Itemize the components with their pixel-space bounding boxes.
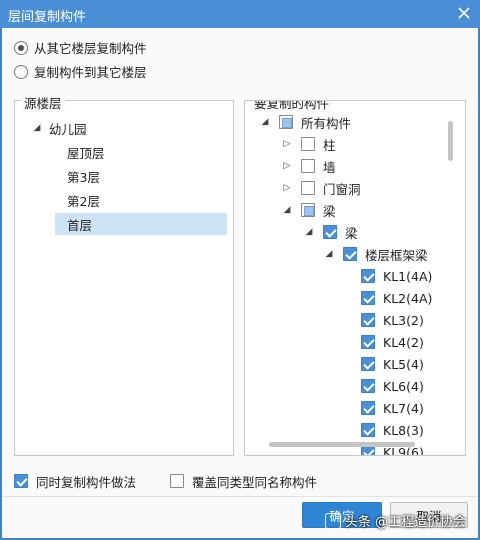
checkbox-overwrite-same[interactable] [170,474,184,488]
tree-root-label: 幼儿园 [49,121,87,137]
radio-copy-from-other[interactable]: 从其它楼层复制构件 [14,38,147,57]
source-floor-panel: 源楼层 ◢ 幼儿园 屋顶层 第3层 第2层 首层 [14,93,234,456]
tree-label: 所有构件 [301,115,352,131]
beam-label: KL8(3) [383,422,424,438]
checkbox-beam-item[interactable] [361,291,375,305]
floor-item-3[interactable]: 第3层 [55,165,227,187]
checkbox-beam-item[interactable] [361,269,375,283]
tree-label: 门窗洞 [323,181,361,197]
beam-item[interactable]: KL2(4A) [361,287,432,309]
tree-label: 梁 [323,203,336,219]
tree-beam-child[interactable]: ◢ 梁 [303,221,358,243]
beam-item[interactable]: KL5(4) [361,353,424,375]
checkbox-beam[interactable] [301,203,315,217]
caret-expanded-icon[interactable]: ◢ [259,116,271,128]
horizontal-scrollbar[interactable] [269,442,415,447]
close-icon[interactable] [456,5,472,21]
caret-expanded-icon[interactable]: ◢ [323,248,335,260]
beam-label: KL2(4A) [383,290,433,306]
radio-label: 从其它楼层复制构件 [34,41,147,56]
vertical-scrollbar[interactable] [448,121,453,161]
tree-floor-frame-beam[interactable]: ◢ 楼层框架梁 [323,243,428,265]
watermark-logo-icon [324,512,341,529]
tree-root-kindergarten[interactable]: ◢ 幼儿园 [31,117,87,139]
checkbox-beam-child[interactable] [323,225,337,239]
caret-expanded-icon[interactable]: ◢ [281,204,293,216]
checkbox-wall[interactable] [301,159,315,173]
components-panel: 要复制的构件 ◢ 所有构件 ▷ 柱 ▷ 墙 ▷ 门窗洞 ◢ 梁 ◢ 梁 ◢ 楼层… [244,100,466,456]
beam-label: KL1(4A) [383,268,433,284]
beam-label: KL5(4) [383,356,424,372]
checkbox-door-window[interactable] [301,181,315,195]
source-floor-title: 源楼层 [21,93,65,112]
caret-expanded-icon[interactable]: ◢ [31,122,43,134]
radio-icon-checked[interactable] [14,40,28,55]
watermark-text: 头条 @工程造价协会 [344,515,466,530]
checkbox-beam-item[interactable] [361,313,375,327]
tree-beam[interactable]: ◢ 梁 [281,199,336,221]
floor-label: 第2层 [67,193,100,209]
floor-item-roof[interactable]: 屋顶层 [55,141,227,163]
floor-label: 屋顶层 [67,145,105,161]
option-label: 覆盖同类型同名称构件 [192,474,318,490]
caret-collapsed-icon[interactable]: ▷ [281,138,293,150]
beam-item[interactable]: KL1(4A) [361,265,432,287]
tree-column[interactable]: ▷ 柱 [281,133,336,155]
watermark: 头条 @工程造价协会 [324,511,466,530]
radio-label: 复制构件到其它楼层 [34,65,147,80]
beam-label: KL6(4) [383,378,424,394]
checkbox-beam-item[interactable] [361,335,375,349]
beam-label: KL4(2) [383,334,424,350]
checkbox-all[interactable] [279,115,293,129]
floor-label: 第3层 [67,169,100,185]
radio-copy-to-other[interactable]: 复制构件到其它楼层 [14,62,147,81]
beam-item[interactable]: KL8(3) [361,419,424,441]
radio-icon-unchecked[interactable] [14,64,28,79]
dialog-title: 层间复制构件 [8,10,87,25]
floor-label: 首层 [67,217,93,233]
beam-label: KL3(2) [383,312,424,328]
titlebar: 层间复制构件 [0,0,480,28]
checkbox-floor-frame-beam[interactable] [343,247,357,261]
divider [2,496,478,497]
tree-label: 楼层框架梁 [365,247,428,263]
checkbox-column[interactable] [301,137,315,151]
caret-collapsed-icon[interactable]: ▷ [281,182,293,194]
tree-label: 柱 [323,137,336,153]
checkbox-beam-item[interactable] [361,423,375,437]
tree-label: 梁 [345,225,358,241]
beam-label: KL7(4) [383,400,424,416]
option-copy-method[interactable]: 同时复制构件做法 [14,470,136,492]
beam-item[interactable]: KL4(2) [361,331,424,353]
beam-item[interactable]: KL6(4) [361,375,424,397]
checkbox-beam-item[interactable] [361,379,375,393]
beam-item[interactable]: KL3(2) [361,309,424,331]
checkbox-beam-item[interactable] [361,401,375,415]
caret-expanded-icon[interactable]: ◢ [303,226,315,238]
tree-wall[interactable]: ▷ 墙 [281,155,336,177]
tree-door-window[interactable]: ▷ 门窗洞 [281,177,361,199]
tree-all-components[interactable]: ◢ 所有构件 [259,111,351,133]
option-overwrite-same[interactable]: 覆盖同类型同名称构件 [170,470,317,492]
floor-item-first-selected[interactable]: 首层 [55,213,227,235]
floor-item-2[interactable]: 第2层 [55,189,227,211]
checkbox-beam-item[interactable] [361,357,375,371]
option-label: 同时复制构件做法 [36,474,137,490]
dialog-body: 从其它楼层复制构件 复制构件到其它楼层 源楼层 ◢ 幼儿园 屋顶层 第3层 第2… [2,28,478,538]
checkbox-copy-method[interactable] [14,474,28,488]
tree-label: 墙 [323,159,336,175]
caret-collapsed-icon[interactable]: ▷ [281,160,293,172]
beam-item[interactable]: KL7(4) [361,397,424,419]
